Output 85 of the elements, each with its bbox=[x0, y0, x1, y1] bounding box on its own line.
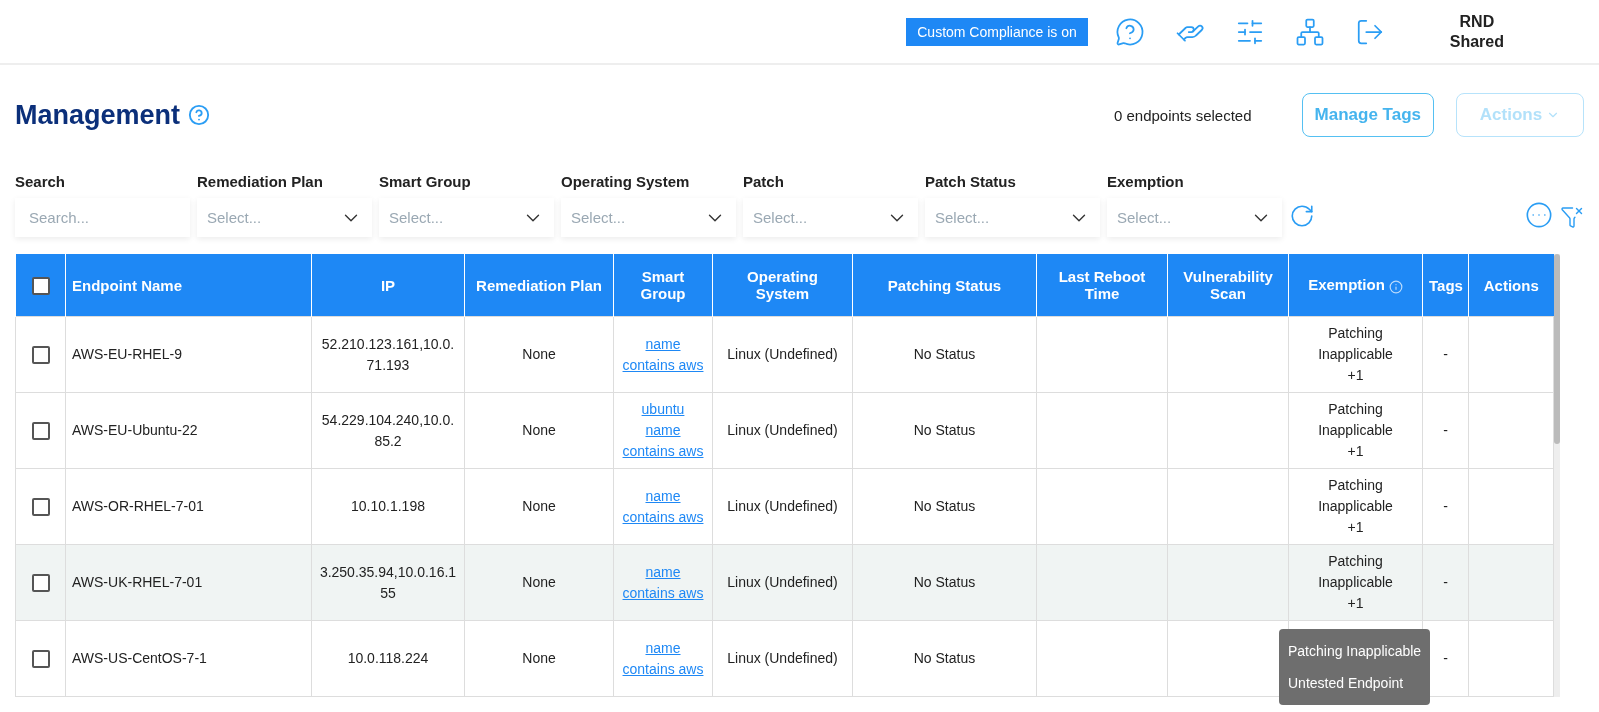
operating-system: Linux (Undefined) bbox=[727, 574, 838, 590]
filter-label: Patch bbox=[743, 173, 785, 190]
remediation-plan: None bbox=[522, 498, 556, 514]
column-header[interactable]: Vulnerability Scan bbox=[1167, 254, 1289, 317]
operating-system: Linux (Undefined) bbox=[727, 346, 838, 362]
endpoint-name: AWS-OR-RHEL-7-01 bbox=[72, 498, 204, 514]
select-dropdown[interactable]: Select... bbox=[743, 198, 918, 237]
tags-value: - bbox=[1443, 498, 1448, 514]
endpoint-name: AWS-US-CentOS-7-1 bbox=[72, 650, 207, 666]
ip-address: 10.0.118.224 bbox=[346, 649, 430, 668]
endpoint-name: AWS-EU-RHEL-9 bbox=[72, 346, 182, 362]
column-header[interactable]: Actions bbox=[1468, 254, 1554, 317]
exemption-more[interactable]: +1 bbox=[1347, 367, 1364, 383]
patching-status: No Status bbox=[913, 346, 976, 362]
exemption-text: Patching Inapplicable bbox=[1317, 324, 1394, 364]
select-all-checkbox[interactable] bbox=[31, 276, 50, 295]
exemption-more[interactable]: +1 bbox=[1347, 595, 1364, 611]
ip-address: 10.10.1.198 bbox=[350, 497, 426, 516]
smart-group-link[interactable]: ubuntu bbox=[618, 399, 708, 420]
network-icon[interactable] bbox=[1294, 16, 1325, 47]
ip-address: 52.210.123.161,10.0.71.193 bbox=[320, 334, 456, 375]
filter-label: Operating System bbox=[561, 173, 691, 190]
manage-tags-button[interactable]: Manage Tags bbox=[1301, 93, 1434, 137]
operating-system: Linux (Undefined) bbox=[727, 422, 838, 438]
select-dropdown[interactable]: Select... bbox=[561, 198, 736, 237]
operating-system: Linux (Undefined) bbox=[727, 498, 838, 514]
tags-value: - bbox=[1443, 422, 1448, 438]
column-header[interactable]: Operating System bbox=[712, 254, 853, 317]
column-header[interactable]: Last Reboot Time bbox=[1036, 254, 1168, 317]
help-icon[interactable] bbox=[188, 104, 211, 126]
row-checkbox[interactable] bbox=[31, 574, 50, 593]
page-title: Management bbox=[15, 99, 181, 131]
tooltip: Patching Inapplicable Untested Endpoint bbox=[1279, 629, 1431, 705]
endpoint-name: AWS-UK-RHEL-7-01 bbox=[72, 574, 203, 590]
column-header[interactable]: Patching Status bbox=[852, 254, 1037, 317]
selection-count: 0 endpoints selected bbox=[1113, 106, 1252, 124]
select-dropdown[interactable]: Select... bbox=[379, 198, 554, 237]
patching-status: No Status bbox=[913, 422, 976, 438]
ip-address: 54.229.104.240,10.0.85.2 bbox=[320, 410, 456, 451]
column-header[interactable]: Smart Group bbox=[613, 254, 713, 317]
select-dropdown[interactable]: Select... bbox=[1107, 198, 1282, 237]
filter-label: Smart Group bbox=[379, 173, 472, 190]
filter-label: Search bbox=[15, 173, 67, 190]
filter-label: Patch Status bbox=[925, 173, 1017, 190]
tags-value: - bbox=[1443, 346, 1448, 362]
remediation-plan: None bbox=[522, 650, 556, 666]
row-checkbox[interactable] bbox=[31, 422, 50, 441]
column-header[interactable]: Remediation Plan bbox=[464, 254, 614, 317]
user-name: Shared bbox=[1449, 31, 1504, 52]
remediation-plan: None bbox=[522, 346, 556, 362]
column-header[interactable]: IP bbox=[311, 254, 465, 317]
column-header[interactable]: Endpoint Name bbox=[65, 254, 312, 317]
patching-status: No Status bbox=[913, 574, 976, 590]
refresh-icon[interactable] bbox=[1289, 203, 1315, 229]
tags-value: - bbox=[1443, 650, 1448, 666]
patching-status: No Status bbox=[913, 498, 976, 514]
exemption-more[interactable]: +1 bbox=[1347, 443, 1364, 459]
select-dropdown[interactable]: Select... bbox=[197, 198, 372, 237]
column-header[interactable]: Tags bbox=[1422, 254, 1469, 317]
exemption-more[interactable]: +1 bbox=[1347, 519, 1364, 535]
select-dropdown[interactable]: Select... bbox=[925, 198, 1100, 237]
exemption-text: Patching Inapplicable bbox=[1317, 476, 1394, 516]
exemption-text: Patching Inapplicable bbox=[1317, 400, 1394, 440]
tags-value: - bbox=[1443, 574, 1448, 590]
row-checkbox[interactable] bbox=[31, 650, 50, 669]
more-icon[interactable] bbox=[1525, 201, 1553, 229]
filter-label: Remediation Plan bbox=[197, 173, 324, 190]
filter-label: Exemption bbox=[1107, 173, 1185, 190]
compliance-badge: Custom Compliance is on bbox=[906, 17, 1088, 46]
search-field[interactable]: Search... bbox=[15, 198, 190, 237]
smart-group-link[interactable]: name contains aws bbox=[618, 420, 708, 462]
scrollbar-thumb[interactable] bbox=[1554, 254, 1560, 444]
remediation-plan: None bbox=[522, 422, 556, 438]
remediation-plan: None bbox=[522, 574, 556, 590]
exemption-text: Patching Inapplicable bbox=[1317, 552, 1394, 592]
row-checkbox[interactable] bbox=[31, 498, 50, 517]
ip-address: 3.250.35.94,10.0.16.155 bbox=[318, 562, 458, 603]
user-name: RND bbox=[1458, 11, 1496, 32]
clear-filter-icon[interactable] bbox=[1560, 205, 1584, 229]
chat-help-icon[interactable] bbox=[1114, 16, 1145, 47]
operating-system: Linux (Undefined) bbox=[727, 650, 838, 666]
patching-status: No Status bbox=[913, 650, 976, 666]
column-header[interactable]: Exemption bbox=[1288, 254, 1423, 317]
endpoint-name: AWS-EU-Ubuntu-22 bbox=[72, 422, 198, 438]
row-checkbox[interactable] bbox=[31, 346, 50, 365]
